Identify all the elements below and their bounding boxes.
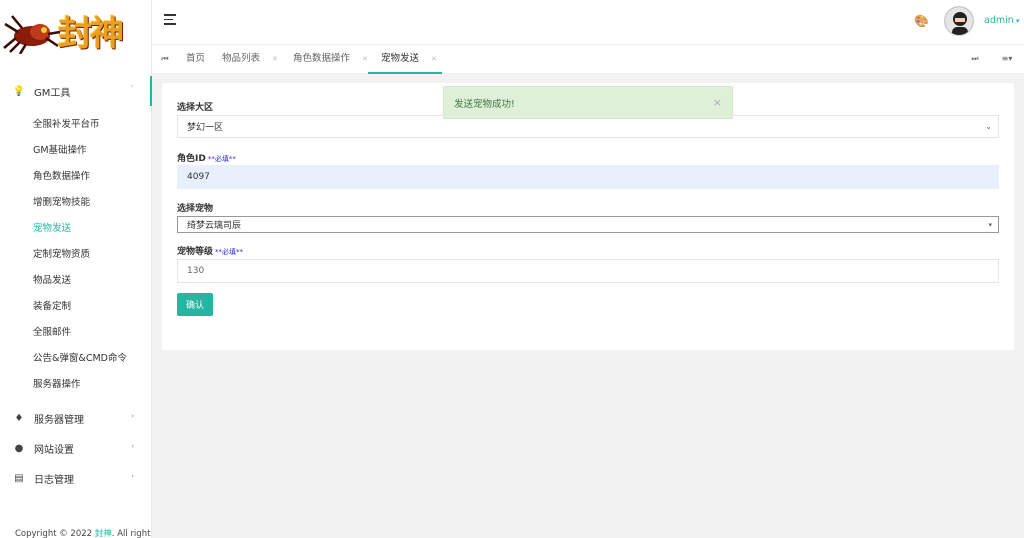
close-icon[interactable]: × <box>713 96 722 109</box>
tab-label: 首页 <box>186 53 206 64</box>
tab-label: 宠物发送 <box>381 53 420 64</box>
nav-group-label: 日志管理 <box>34 474 74 486</box>
caret-down-icon: ▾ <box>988 220 992 229</box>
avatar-image <box>945 7 973 35</box>
nav-group-server-management[interactable]: ♦ 服务器管理 › <box>0 403 152 433</box>
sidebar: 封神 💡 GM工具 ˇ 全服补发平台币 GM基础操作 角色数据操作 增删宠物技能… <box>0 0 152 538</box>
tab-bar: ⏮ 首页 物品列表 ✕ 角色数据操作 ✕ 宠物发送 ✕ ⏭ ≡▾ <box>152 44 1024 74</box>
nav-group-gm-tools[interactable]: 💡 GM工具 ˇ <box>0 76 152 106</box>
tab-label: 物品列表 <box>222 53 261 64</box>
nav-group-label: 网站设置 <box>34 444 74 456</box>
message-icon: ▤ <box>14 472 24 484</box>
nav-group-label: 服务器管理 <box>34 414 84 426</box>
chevron-up-icon: ˇ <box>130 85 135 93</box>
sidebar-item-role-data[interactable]: 角色数据操作 <box>0 164 152 190</box>
user-name: admin <box>984 15 1014 26</box>
caret-down-icon: ▾ <box>1013 17 1020 25</box>
chevron-right-icon: › <box>131 412 134 420</box>
pet-select[interactable]: 绮梦云璃司辰 ▾ <box>177 216 999 233</box>
nav-group-site-settings[interactable]: ● 网站设置 › <box>0 433 152 463</box>
chevron-right-icon: › <box>131 472 134 480</box>
active-tab-underline <box>368 72 442 74</box>
sidebar-item-item-send[interactable]: 物品发送 <box>0 268 152 294</box>
nav-group-log-management[interactable]: ▤ 日志管理 › <box>0 463 152 493</box>
region-value: 梦幻一区 <box>187 123 224 133</box>
logo[interactable]: 封神 <box>0 0 152 62</box>
pet-level-value: 130 <box>187 266 205 276</box>
pet-send-form: 选择大区 梦幻一区 ⌄ 角色ID **必填** 4097 选择宠物 绮梦云璃司辰 … <box>162 83 1014 350</box>
pet-value: 绮梦云璃司辰 <box>187 221 242 231</box>
footer-prefix: Copyright © 2022 <box>15 529 95 538</box>
required-mark: **必填** <box>215 248 244 256</box>
close-icon[interactable]: ✕ <box>362 55 368 63</box>
footer: Copyright © 2022 封神. All right <box>15 527 150 538</box>
active-indicator <box>150 76 152 106</box>
logo-text: 封神 <box>58 14 124 54</box>
region-label: 选择大区 <box>177 103 214 113</box>
pet-level-input[interactable]: 130 <box>177 259 999 283</box>
tabs-next-icon[interactable]: ⏭ <box>964 45 986 73</box>
role-id-label-text: 角色ID <box>177 154 206 164</box>
sidebar-item-pet-skills[interactable]: 增删宠物技能 <box>0 190 152 216</box>
toast-message: 发送宠物成功! <box>454 98 515 110</box>
footer-brand-link[interactable]: 封神 <box>95 529 112 538</box>
sidebar-item-gm-basic[interactable]: GM基础操作 <box>0 138 152 164</box>
avatar[interactable] <box>944 6 974 36</box>
tab-label: 角色数据操作 <box>293 53 351 64</box>
sidebar-item-equipment[interactable]: 装备定制 <box>0 294 152 320</box>
sidebar-item-platform-currency[interactable]: 全服补发平台币 <box>0 112 152 138</box>
palette-icon[interactable]: 🎨 <box>914 14 929 28</box>
chevron-right-icon: › <box>131 442 134 450</box>
chevron-down-icon: ⌄ <box>985 122 992 131</box>
sidebar-item-pet-send[interactable]: 宠物发送 <box>0 216 152 242</box>
role-id-label: 角色ID **必填** <box>177 151 236 164</box>
sidebar-item-server-mail[interactable]: 全服邮件 <box>0 320 152 346</box>
tab-home[interactable]: 首页 <box>186 45 205 73</box>
user-menu[interactable]: admin ▾ <box>984 15 1020 26</box>
diamond-icon: ♦ <box>14 412 24 424</box>
tab-pet-send[interactable]: 宠物发送 ✕ <box>381 45 437 73</box>
sidebar-item-server-ops[interactable]: 服务器操作 <box>0 372 152 398</box>
menu-toggle-icon[interactable] <box>164 14 176 26</box>
role-id-value: 4097 <box>187 172 210 182</box>
pet-level-label: 宠物等级 **必填** <box>177 244 243 257</box>
globe-icon: ● <box>14 442 24 454</box>
logo-creature-icon <box>3 15 61 54</box>
sidebar-item-pet-aptitude[interactable]: 定制宠物资质 <box>0 242 152 268</box>
footer-suffix: . All right <box>111 529 151 538</box>
close-icon[interactable]: ✕ <box>431 55 437 63</box>
tab-role-data[interactable]: 角色数据操作 ✕ <box>293 45 368 73</box>
tabs-menu-icon[interactable]: ≡▾ <box>994 45 1020 73</box>
tabs-prev-icon[interactable]: ⏮ <box>154 45 176 73</box>
pet-label: 选择宠物 <box>177 204 214 214</box>
tab-item-list[interactable]: 物品列表 ✕ <box>222 45 278 73</box>
nav-group-label: GM工具 <box>34 87 71 99</box>
required-mark: **必填** <box>207 155 236 163</box>
role-id-input[interactable]: 4097 <box>177 165 999 189</box>
sidebar-item-announcement[interactable]: 公告&弹窗&CMD命令 <box>0 346 152 372</box>
confirm-button[interactable]: 确认 <box>177 293 213 316</box>
success-toast: 发送宠物成功! × <box>443 86 733 119</box>
lightbulb-icon: 💡 <box>12 85 26 97</box>
close-icon[interactable]: ✕ <box>272 55 278 63</box>
pet-level-label-text: 宠物等级 <box>177 247 214 257</box>
top-header: 🎨 admin ▾ <box>152 0 1024 44</box>
